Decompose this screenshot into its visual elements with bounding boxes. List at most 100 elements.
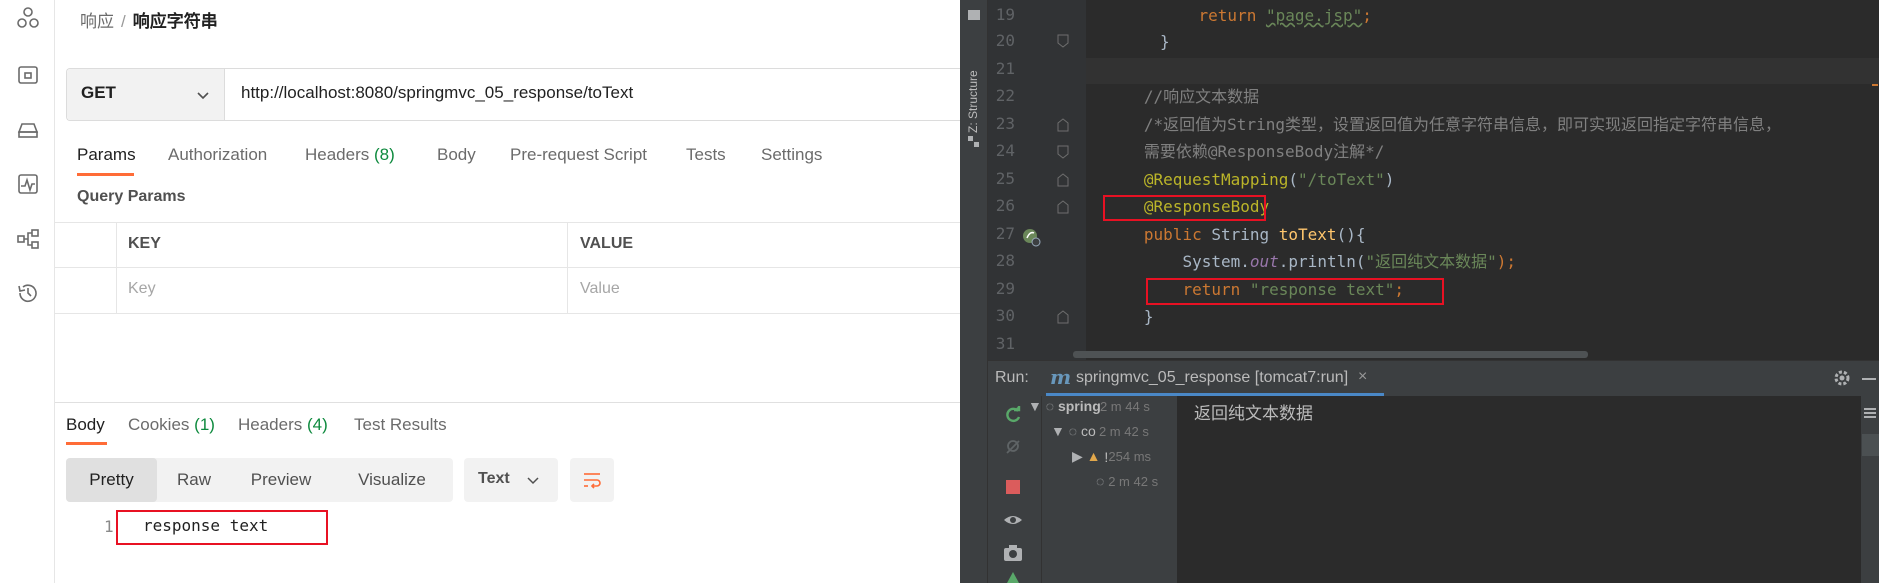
view-mode-pretty[interactable]: Pretty: [66, 458, 157, 502]
stop-icon[interactable]: [1006, 480, 1020, 494]
view-mode-visualize[interactable]: Visualize: [331, 458, 453, 502]
flows-icon[interactable]: [15, 226, 41, 252]
gear-icon[interactable]: [1832, 368, 1852, 388]
fold-marker-icon[interactable]: [1057, 200, 1069, 214]
method-label: GET: [81, 83, 116, 102]
breadcrumb-parent[interactable]: 响应: [80, 12, 114, 31]
code-line-27: public String toText(){: [1115, 222, 1366, 248]
fold-marker-icon[interactable]: [1057, 173, 1069, 187]
keyword: return: [1198, 6, 1257, 25]
tree-node[interactable]: ▶ ▲ !254 ms: [1072, 448, 1151, 465]
line-number: 27: [995, 224, 1015, 243]
response-tab-test-results[interactable]: Test Results: [354, 413, 447, 437]
line-number: 24: [995, 141, 1015, 160]
monitors-icon[interactable]: [15, 171, 41, 197]
tree-node-time: 2 m 44 s: [1099, 399, 1150, 414]
tree-node[interactable]: ▼ ◌ co 2 m 42 s: [1051, 423, 1149, 439]
close-brace: }: [1143, 307, 1154, 326]
fold-marker-icon[interactable]: [1057, 118, 1069, 132]
history-icon[interactable]: [15, 280, 41, 306]
response-tab-headers[interactable]: Headers (4): [238, 413, 328, 437]
environments-icon[interactable]: [15, 62, 41, 88]
query-params-title: Query Params: [77, 188, 186, 205]
response-tab-body[interactable]: Body: [66, 413, 105, 437]
chevron-down-icon: [197, 92, 209, 100]
view-mode-preview[interactable]: Preview: [231, 458, 331, 502]
paren: ): [1384, 170, 1395, 189]
fold-marker-icon[interactable]: [1057, 310, 1069, 324]
tab-authorization[interactable]: Authorization: [168, 143, 267, 167]
tab-tests[interactable]: Tests: [686, 143, 726, 167]
response-tab-cookies-count: (1): [194, 415, 215, 434]
param-value-input[interactable]: Value: [580, 280, 620, 298]
code-line-19: return "page.jsp";: [1160, 3, 1372, 29]
tab-body[interactable]: Body: [437, 143, 476, 167]
string-literal: "page.jsp": [1265, 6, 1363, 25]
table-border-bottom: [55, 313, 960, 314]
tab-settings[interactable]: Settings: [761, 143, 822, 167]
string-literal: "/toText": [1298, 170, 1385, 189]
statement-end: );: [1496, 252, 1517, 271]
expand-arrow-icon: ▼: [1051, 423, 1069, 439]
code-line-25: @RequestMapping("/toText"): [1115, 167, 1394, 193]
eye-icon[interactable]: [1003, 510, 1023, 530]
spring-bean-icon[interactable]: [1021, 227, 1041, 247]
tab-headers-count: (8): [374, 145, 395, 164]
response-tab-cookies-label: Cookies: [128, 415, 190, 434]
run-tab[interactable]: m springmvc_05_response [tomcat7:run] ×: [1046, 360, 1384, 396]
line-number: 21: [995, 59, 1015, 78]
table-border-mid: [55, 267, 960, 268]
method-select[interactable]: GET: [67, 69, 225, 120]
tree-node-label: spring: [1057, 398, 1100, 414]
table-border-top: [55, 222, 960, 223]
param-key-input[interactable]: Key: [128, 280, 156, 298]
fold-marker-icon[interactable]: [1057, 145, 1069, 159]
annotation: @RequestMapping: [1143, 170, 1289, 189]
active-response-tab-indicator: [66, 442, 107, 445]
line-number: 31: [995, 334, 1015, 353]
tab-pre-request-script[interactable]: Pre-request Script: [510, 143, 647, 167]
fold-marker-icon[interactable]: [1057, 34, 1069, 48]
warning-stripe-marker[interactable]: [1872, 84, 1878, 86]
tab-params[interactable]: Params: [77, 143, 136, 167]
apis-icon[interactable]: [15, 5, 41, 31]
tree-node[interactable]: ◌ 2 m 42 s: [1096, 473, 1158, 489]
method-call: .println(: [1278, 252, 1366, 271]
tab-headers[interactable]: Headers (8): [305, 143, 395, 167]
pin-icon[interactable]: [1003, 572, 1023, 583]
close-icon[interactable]: ×: [1358, 368, 1367, 386]
camera-icon[interactable]: [1003, 543, 1023, 563]
view-mode-switch: Pretty Raw Preview Visualize: [66, 458, 453, 502]
soft-wrap-icon[interactable]: [1864, 408, 1876, 410]
response-tab-cookies[interactable]: Cookies (1): [128, 413, 215, 437]
response-divider[interactable]: [55, 402, 960, 403]
highlight-box-return: [1146, 278, 1444, 305]
highlight-box-response: [116, 510, 328, 545]
wrap-lines-button[interactable]: [570, 458, 614, 502]
wrap-lines-icon: [584, 473, 601, 489]
response-tab-headers-count: (4): [307, 415, 328, 434]
code-line-24: 需要依赖@ResponseBody注解*/: [1115, 139, 1385, 165]
hide-icon[interactable]: [1862, 378, 1876, 380]
line-number: 29: [995, 279, 1015, 298]
rerun-icon[interactable]: [1003, 405, 1023, 425]
expand-arrow-icon: ▶: [1072, 448, 1087, 464]
url-input[interactable]: http://localhost:8080/springmvc_05_respo…: [241, 83, 633, 103]
view-mode-raw[interactable]: Raw: [157, 458, 231, 502]
horizontal-scrollbar[interactable]: [1073, 351, 1588, 358]
mock-servers-icon[interactable]: [15, 117, 41, 143]
line-number: 26: [995, 196, 1015, 215]
static-field: out: [1249, 252, 1279, 271]
console-area[interactable]: [1178, 396, 1861, 583]
method-name: toText: [1278, 225, 1337, 244]
code-line-20: }: [1160, 32, 1170, 51]
tree-node[interactable]: ▼ ◌ spring2 m 44 s: [1028, 398, 1150, 414]
line-number: 22: [995, 86, 1015, 105]
line-number: 30: [995, 306, 1015, 325]
column-header-value: VALUE: [580, 235, 634, 252]
scroll-to-end-icon[interactable]: [1862, 434, 1879, 456]
request-title[interactable]: 响应字符串: [133, 12, 218, 31]
tree-node-label: co: [1080, 423, 1096, 439]
format-select[interactable]: Text: [464, 458, 558, 502]
table-col-divider: [567, 222, 568, 313]
